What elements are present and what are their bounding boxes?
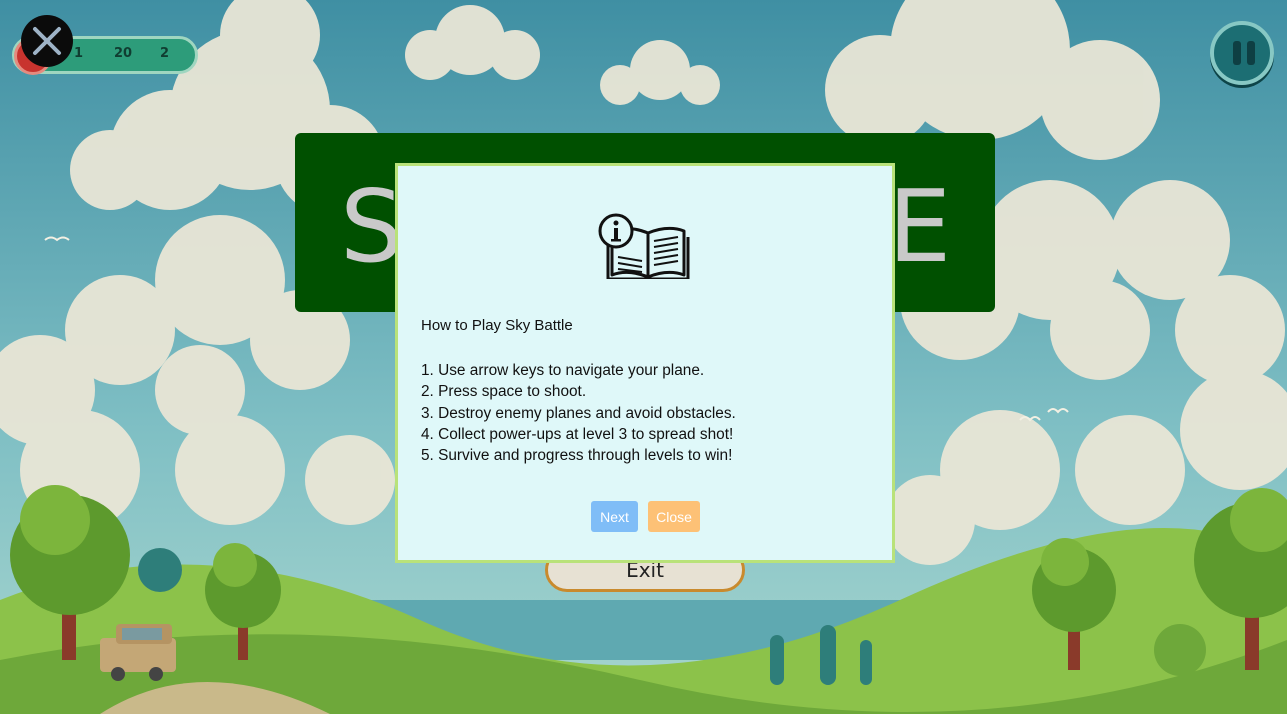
how-to-play-dialog: How to Play Sky Battle 1. Use arrow keys… [395, 163, 895, 563]
pause-button[interactable] [1210, 21, 1274, 85]
instruction-item: 3. Destroy enemy planes and avoid obstac… [421, 404, 736, 422]
title-text-right: E [888, 168, 952, 285]
instructions-list: 1. Use arrow keys to navigate your plane… [421, 360, 736, 466]
hud-lives-value: 1 [74, 46, 84, 61]
dialog-title: How to Play Sky Battle [421, 317, 573, 334]
instruction-item: 4. Collect power-ups at level 3 to sprea… [421, 425, 734, 443]
info-book-icon [598, 213, 690, 279]
instruction-item: 5. Survive and progress through levels t… [421, 447, 733, 465]
pause-icon-bar-right [1247, 41, 1255, 65]
title-text-left: S [340, 168, 404, 285]
hud-level-value: 2 [160, 46, 170, 61]
next-button[interactable]: Next [591, 501, 638, 532]
close-icon [33, 27, 61, 55]
pause-icon-bar-left [1233, 41, 1241, 65]
close-game-button[interactable] [21, 15, 73, 67]
close-button[interactable]: Close [648, 501, 700, 532]
instruction-item: 2. Press space to shoot. [421, 383, 587, 401]
instruction-item: 1. Use arrow keys to navigate your plane… [421, 362, 705, 379]
hud-score-value: 20 [114, 46, 133, 61]
